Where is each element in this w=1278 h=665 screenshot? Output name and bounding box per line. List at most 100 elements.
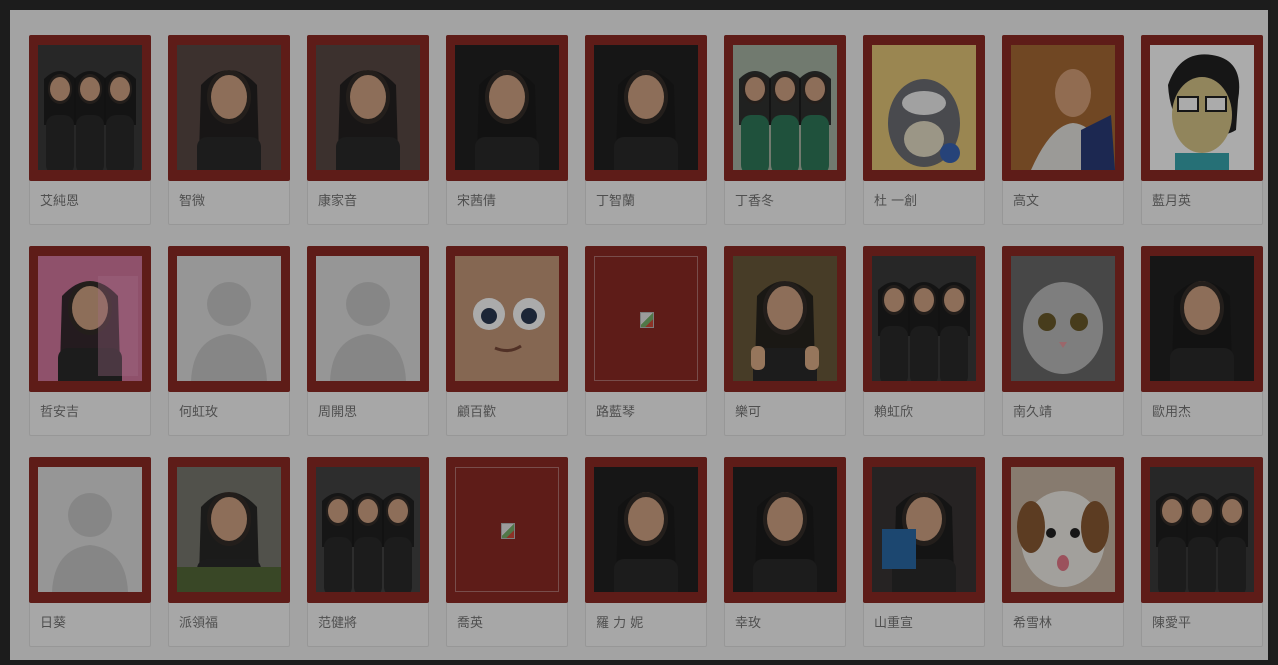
profile-photo-frame[interactable] <box>307 457 429 603</box>
profile-photo-frame[interactable] <box>724 35 846 181</box>
profile-card[interactable]: 樂可 <box>724 246 846 436</box>
profile-photo-frame[interactable] <box>168 35 290 181</box>
profile-name: 山重宣 <box>874 616 914 631</box>
profile-card[interactable]: 范健將 <box>307 457 429 647</box>
profile-card[interactable]: 高文 <box>1002 35 1124 225</box>
profile-name: 喬英 <box>457 616 484 631</box>
group-photo-icon <box>316 467 420 592</box>
profile-card[interactable]: 丁香冬 <box>724 35 846 225</box>
profile-photo-frame[interactable] <box>1141 457 1263 603</box>
group-photo-icon <box>733 45 837 170</box>
portrait-photo-icon <box>733 467 837 592</box>
action-photo-icon <box>177 467 281 592</box>
profile-name: 何虹玫 <box>179 405 219 420</box>
profile-card[interactable]: 何虹玫 <box>168 246 290 436</box>
profile-card[interactable]: 陳愛平 <box>1141 457 1263 647</box>
profile-name: 派領福 <box>179 616 219 631</box>
profile-photo-frame[interactable] <box>585 246 707 392</box>
profile-name: 哲安吉 <box>40 405 80 420</box>
default-avatar-icon <box>177 256 281 381</box>
profile-photo-frame[interactable] <box>585 35 707 181</box>
broken-image-icon <box>594 256 698 381</box>
profile-photo-frame[interactable] <box>168 457 290 603</box>
default-avatar-icon <box>38 467 142 592</box>
profile-name: 康家音 <box>318 194 358 209</box>
profile-name: 艾純恩 <box>40 194 80 209</box>
profile-photo-frame[interactable] <box>863 246 985 392</box>
portrait-photo-icon <box>1150 256 1254 381</box>
profile-card[interactable]: 周開思 <box>307 246 429 436</box>
profile-photo-frame[interactable] <box>724 246 846 392</box>
profile-card[interactable]: 歐用杰 <box>1141 246 1263 436</box>
portrait-photo-icon <box>594 45 698 170</box>
profile-card[interactable]: 羅 力 妮 <box>585 457 707 647</box>
profile-card[interactable]: 杜 一創 <box>863 35 985 225</box>
profile-photo-frame[interactable] <box>307 246 429 392</box>
profile-photo-frame[interactable] <box>1002 35 1124 181</box>
broken-image-icon <box>455 467 559 592</box>
profile-name: 羅 力 妮 <box>596 616 644 631</box>
profile-photo-frame[interactable] <box>29 246 151 392</box>
profile-photo-frame[interactable] <box>446 246 568 392</box>
profile-photo-frame[interactable] <box>446 457 568 603</box>
profile-photo-frame[interactable] <box>863 457 985 603</box>
profile-card[interactable]: 路藍琴 <box>585 246 707 436</box>
profile-card[interactable]: 派領福 <box>168 457 290 647</box>
group-photo-icon <box>872 256 976 381</box>
profile-card[interactable]: 丁智蘭 <box>585 35 707 225</box>
profile-card[interactable]: 康家音 <box>307 35 429 225</box>
broken-image-icon <box>501 522 515 539</box>
profile-name: 杜 一創 <box>874 194 918 209</box>
profile-card[interactable]: 南久靖 <box>1002 246 1124 436</box>
profile-photo-frame[interactable] <box>863 35 985 181</box>
profile-photo-frame[interactable] <box>307 35 429 181</box>
group-photo-icon <box>1150 467 1254 592</box>
profile-name: 陳愛平 <box>1152 616 1192 631</box>
profile-card[interactable]: 喬英 <box>446 457 568 647</box>
portrait-photo-icon <box>316 45 420 170</box>
profile-card[interactable]: 智微 <box>168 35 290 225</box>
profile-name: 高文 <box>1013 194 1040 209</box>
group-photo-icon <box>38 45 142 170</box>
profile-name: 南久靖 <box>1013 405 1053 420</box>
profile-card[interactable]: 幸玫 <box>724 457 846 647</box>
profile-card[interactable]: 哲安吉 <box>29 246 151 436</box>
portrait-photo-icon <box>38 256 142 381</box>
profile-card[interactable]: 賴虹欣 <box>863 246 985 436</box>
profile-name: 幸玫 <box>735 616 762 631</box>
cartoon-face-icon <box>455 256 559 381</box>
default-avatar-icon <box>316 256 420 381</box>
profile-photo-frame[interactable] <box>585 457 707 603</box>
profile-name: 范健將 <box>318 616 358 631</box>
profile-photo-frame[interactable] <box>724 457 846 603</box>
profile-photo-frame[interactable] <box>29 35 151 181</box>
profile-name: 智微 <box>179 194 206 209</box>
profile-name: 歐用杰 <box>1152 405 1192 420</box>
cartoon-photo-icon <box>872 45 976 170</box>
profile-photo-frame[interactable] <box>29 457 151 603</box>
dog-photo-icon <box>1011 467 1115 592</box>
profile-card[interactable]: 藍月英 <box>1141 35 1263 225</box>
profile-card[interactable]: 顧百歡 <box>446 246 568 436</box>
profile-photo-frame[interactable] <box>1141 246 1263 392</box>
profile-card[interactable]: 希雪林 <box>1002 457 1124 647</box>
portrait-photo-icon <box>872 467 976 592</box>
profile-photo-frame[interactable] <box>1002 457 1124 603</box>
profile-card[interactable]: 日葵 <box>29 457 151 647</box>
profile-card[interactable]: 艾純恩 <box>29 35 151 225</box>
profile-card[interactable]: 宋茜倩 <box>446 35 568 225</box>
broken-image-icon <box>640 311 654 328</box>
profile-name: 周開思 <box>318 405 358 420</box>
cat-photo-icon <box>1011 256 1115 381</box>
profile-name: 藍月英 <box>1152 194 1192 209</box>
profile-photo-frame[interactable] <box>1002 246 1124 392</box>
profile-name: 希雪林 <box>1013 616 1053 631</box>
portrait-photo-icon <box>455 45 559 170</box>
profile-photo-frame[interactable] <box>168 246 290 392</box>
profile-name: 丁香冬 <box>735 194 775 209</box>
profile-card[interactable]: 山重宣 <box>863 457 985 647</box>
profile-photo-frame[interactable] <box>1141 35 1263 181</box>
profile-grid: 艾純恩 智微 康家音 宋茜倩 丁智蘭 丁香冬 杜 一創 高文 藍月英哲安吉 何虹玫 周開思 顧百歡 路藍… <box>10 10 1268 660</box>
cartoon-avatar-icon <box>1150 45 1254 170</box>
profile-photo-frame[interactable] <box>446 35 568 181</box>
